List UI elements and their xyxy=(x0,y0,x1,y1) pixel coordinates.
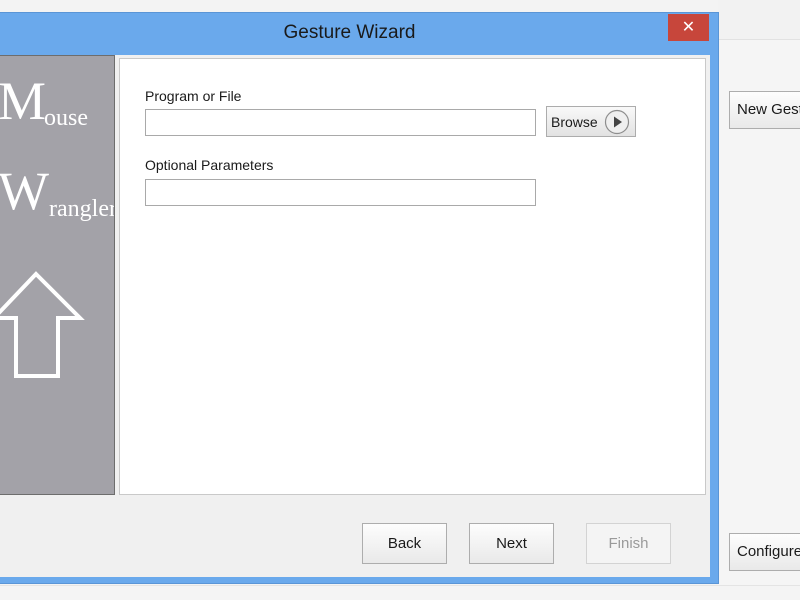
up-arrow-icon xyxy=(0,271,85,378)
banner-word-rangler: rangler xyxy=(49,196,115,222)
gesture-wizard-dialog: Gesture Wizard ✕ M ouse W rangler Progra… xyxy=(0,12,719,584)
main-window-status-strip xyxy=(0,585,800,600)
back-button[interactable]: Back xyxy=(362,523,447,564)
main-window-right-panel xyxy=(718,0,800,600)
new-gesture-button[interactable]: New Gesture xyxy=(729,91,800,129)
optional-parameters-label: Optional Parameters xyxy=(145,157,274,173)
play-icon xyxy=(604,109,630,135)
optional-parameters-input[interactable] xyxy=(145,179,536,206)
banner-initial-m: M xyxy=(0,71,47,131)
main-window-toolbar xyxy=(718,0,800,40)
program-or-file-label: Program or File xyxy=(145,88,242,104)
banner-initial-w: W xyxy=(0,161,49,221)
close-icon: ✕ xyxy=(681,19,696,36)
finish-button[interactable]: Finish xyxy=(586,523,671,564)
close-button[interactable]: ✕ xyxy=(668,14,709,41)
program-or-file-input[interactable] xyxy=(145,109,536,136)
banner-word-ouse: ouse xyxy=(44,105,88,131)
next-button[interactable]: Next xyxy=(469,523,554,564)
browse-button-label: Browse xyxy=(551,114,598,130)
configure-button[interactable]: Configure xyxy=(729,533,800,571)
dialog-client-area: M ouse W rangler Program or File Browse … xyxy=(0,55,710,577)
browse-button[interactable]: Browse xyxy=(546,106,636,137)
dialog-title-bar[interactable]: Gesture Wizard ✕ xyxy=(0,13,718,55)
mouse-wrangler-banner: M ouse W rangler xyxy=(0,55,115,495)
dialog-title: Gesture Wizard xyxy=(283,22,416,43)
wizard-content-panel: Program or File Browse Optional Paramete… xyxy=(119,58,706,495)
